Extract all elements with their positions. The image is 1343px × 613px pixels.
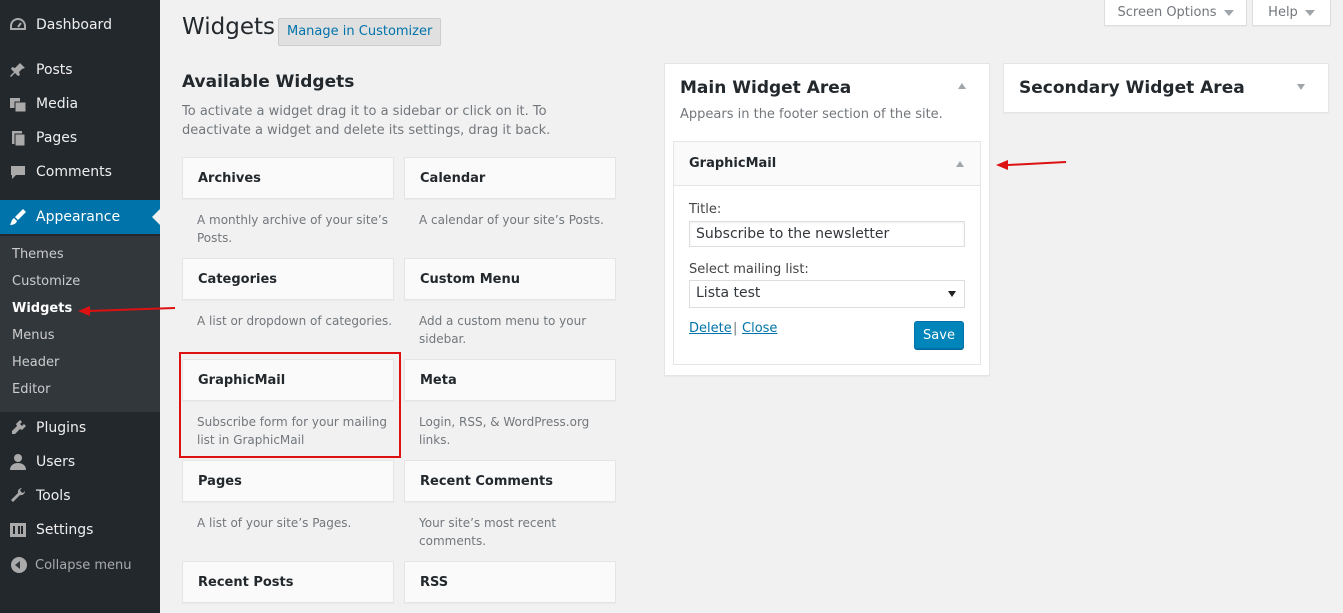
widget-description: A list of your site’s Pages. xyxy=(197,516,352,530)
menu-label: Users xyxy=(36,454,76,470)
menu-item-settings[interactable]: Settings xyxy=(0,513,160,547)
menu-item-posts[interactable]: Posts xyxy=(0,53,160,87)
main-widget-area-title[interactable]: Main Widget Area xyxy=(680,78,851,98)
submenu-menus[interactable]: Menus xyxy=(12,322,54,349)
available-widgets-description: To activate a widget drag it to a sideba… xyxy=(182,104,551,138)
collapse-icon xyxy=(11,557,27,573)
dashboard-icon xyxy=(9,16,27,34)
mailing-list-selected: Lista test xyxy=(696,285,761,301)
widget-description: Add a custom menu to your sidebar. xyxy=(419,314,587,346)
widget-categories[interactable]: Categories xyxy=(182,258,394,300)
widget-description: Login, RSS, & WordPress.org links. xyxy=(419,415,590,447)
menu-item-plugins[interactable]: Plugins xyxy=(0,411,160,445)
widget-title: Recent Comments xyxy=(420,473,553,489)
delete-link[interactable]: Delete xyxy=(689,321,732,336)
help-button[interactable]: Help xyxy=(1252,0,1331,26)
menu-label: Settings xyxy=(36,522,94,538)
highlight-annotation xyxy=(179,352,401,458)
widget-recent-comments[interactable]: Recent Comments xyxy=(404,460,616,502)
menu-item-users[interactable]: Users xyxy=(0,445,160,479)
widget-title: Calendar xyxy=(420,170,486,186)
annotation-arrow xyxy=(78,306,176,316)
wrench-icon xyxy=(9,487,27,505)
brush-icon xyxy=(9,208,27,226)
menu-label: Media xyxy=(36,96,79,112)
widget-title: Custom Menu xyxy=(420,271,521,287)
menu-label: Pages xyxy=(36,130,78,146)
submenu-customize[interactable]: Customize xyxy=(12,268,80,295)
widget-title: Pages xyxy=(198,473,242,489)
annotation-arrow xyxy=(996,160,1067,170)
screen-options-label: Screen Options xyxy=(1117,5,1217,20)
available-widgets-heading: Available Widgets xyxy=(182,72,355,92)
title-field[interactable] xyxy=(689,221,965,247)
expand-arrow-icon[interactable] xyxy=(1297,84,1305,90)
menu-item-pages[interactable]: Pages xyxy=(0,121,160,155)
widget-header-title: GraphicMail xyxy=(689,156,777,171)
close-link[interactable]: Close xyxy=(742,321,777,336)
widget-description: A list or dropdown of categories. xyxy=(197,314,393,328)
menu-item-comments[interactable]: Comments xyxy=(0,155,160,189)
widget-title: Meta xyxy=(420,372,457,388)
chevron-down-icon xyxy=(1223,9,1234,16)
menu-item-appearance[interactable]: Appearance xyxy=(0,200,160,234)
widget-description: A monthly archive of your site’s Posts. xyxy=(197,213,388,245)
menu-label: Posts xyxy=(36,62,73,78)
appearance-submenu: Themes Customize Widgets Menus Header Ed… xyxy=(0,236,160,412)
secondary-widget-area-title[interactable]: Secondary Widget Area xyxy=(1019,78,1245,98)
main-widget-area-description: Appears in the footer section of the sit… xyxy=(680,107,943,122)
title-field-label: Title: xyxy=(689,202,722,217)
submenu-themes[interactable]: Themes xyxy=(12,241,64,268)
widget-header[interactable]: GraphicMail xyxy=(674,142,980,186)
link-separator: | xyxy=(733,321,738,336)
plugin-icon xyxy=(9,419,27,437)
widget-custom-menu[interactable]: Custom Menu xyxy=(404,258,616,300)
manage-in-customizer-button[interactable]: Manage in Customizer xyxy=(278,18,442,46)
widget-title: Recent Posts xyxy=(198,574,294,590)
collapse-arrow-icon[interactable] xyxy=(958,83,966,89)
submenu-header[interactable]: Header xyxy=(12,349,59,376)
mailing-list-label: Select mailing list: xyxy=(689,262,809,277)
page-title: Widgets xyxy=(182,14,275,40)
widget-meta[interactable]: Meta xyxy=(404,359,616,401)
widget-title: Categories xyxy=(198,271,278,287)
chevron-down-icon xyxy=(1304,9,1315,16)
pages-icon xyxy=(9,129,27,147)
screen-options-button[interactable]: Screen Options xyxy=(1104,0,1247,26)
pin-icon xyxy=(9,61,27,79)
widget-title: Archives xyxy=(198,170,261,186)
widget-archives[interactable]: Archives xyxy=(182,157,394,199)
active-indicator xyxy=(152,209,160,225)
menu-label: Plugins xyxy=(36,420,87,436)
mailing-list-select[interactable]: Lista test xyxy=(689,280,965,308)
widget-description: A calendar of your site’s Posts. xyxy=(419,213,604,227)
menu-label: Tools xyxy=(36,488,71,504)
menu-item-dashboard[interactable]: Dashboard xyxy=(0,8,160,42)
submenu-editor[interactable]: Editor xyxy=(12,376,50,403)
media-icon xyxy=(9,95,27,113)
widget-recent-posts[interactable]: Recent Posts xyxy=(182,561,394,603)
widget-description: Your site’s most recent comments. xyxy=(419,516,557,548)
comment-icon xyxy=(9,163,27,181)
user-icon xyxy=(9,453,27,471)
help-label: Help xyxy=(1268,5,1298,20)
collapse-menu-button[interactable]: Collapse menu xyxy=(0,553,160,577)
widget-calendar[interactable]: Calendar xyxy=(404,157,616,199)
widget-rss[interactable]: RSS xyxy=(404,561,616,603)
menu-label: Dashboard xyxy=(36,17,112,33)
submenu-widgets[interactable]: Widgets xyxy=(12,295,72,322)
menu-label: Appearance xyxy=(36,209,121,225)
save-button[interactable]: Save xyxy=(914,321,964,349)
settings-icon xyxy=(9,521,27,539)
widget-title: RSS xyxy=(420,574,449,590)
menu-item-tools[interactable]: Tools xyxy=(0,479,160,513)
collapse-arrow-icon[interactable] xyxy=(956,161,964,167)
menu-label: Comments xyxy=(36,164,112,180)
menu-item-media[interactable]: Media xyxy=(0,87,160,121)
widget-pages[interactable]: Pages xyxy=(182,460,394,502)
collapse-label: Collapse menu xyxy=(35,557,132,573)
chevron-down-icon xyxy=(948,291,956,297)
